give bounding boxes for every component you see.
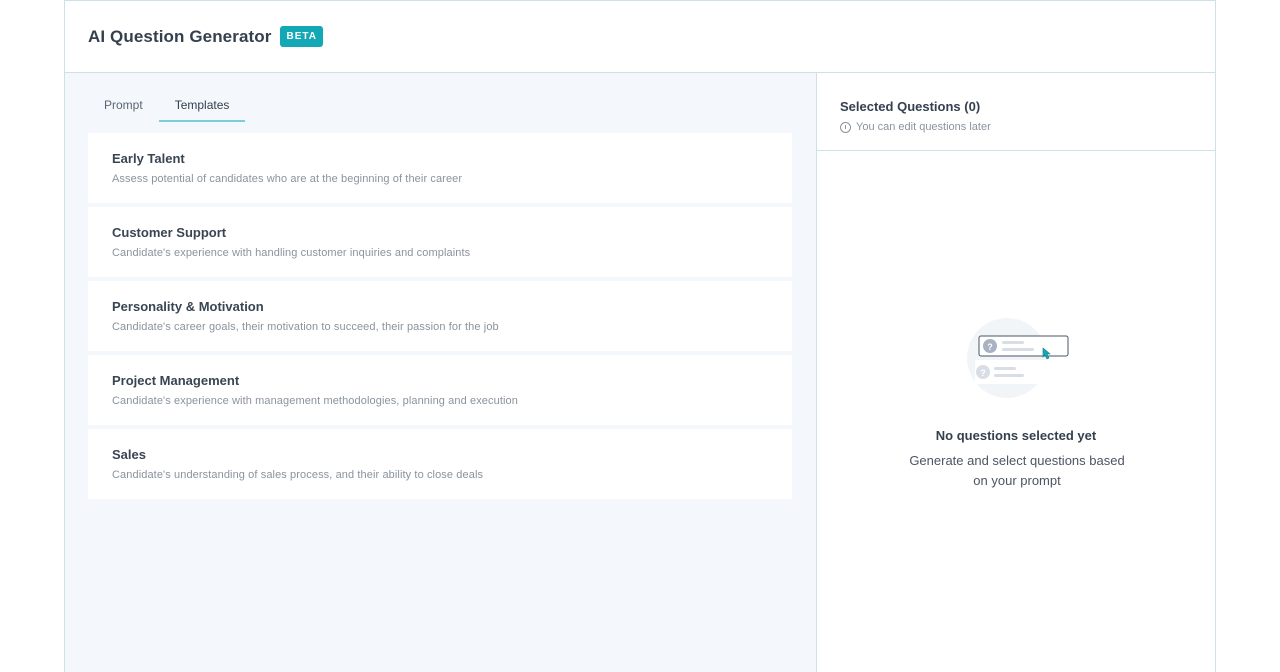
tab-templates[interactable]: Templates (158, 93, 246, 122)
template-card-customer-support[interactable]: Customer Support Candidate's experience … (88, 207, 792, 277)
template-title: Personality & Motivation (112, 299, 264, 314)
svg-text:?: ? (987, 342, 993, 352)
svg-text:?: ? (980, 368, 986, 378)
template-description: Candidate's experience with handling cus… (112, 247, 471, 259)
template-description: Candidate's experience with management m… (112, 395, 518, 407)
edit-hint-text: You can edit questions later (856, 121, 991, 133)
selected-questions-title: Selected Questions (0) (840, 99, 981, 114)
template-list: Early Talent Assess potential of candida… (88, 133, 792, 503)
template-title: Project Management (112, 373, 240, 388)
template-title: Sales (112, 447, 146, 462)
template-title: Early Talent (112, 151, 185, 166)
empty-questions-illustration-icon: ? ? (967, 318, 1069, 398)
template-title: Customer Support (112, 225, 227, 240)
template-card-project-management[interactable]: Project Management Candidate's experienc… (88, 355, 792, 425)
tab-prompt[interactable]: Prompt (88, 93, 159, 122)
template-card-sales[interactable]: Sales Candidate's understanding of sales… (88, 429, 792, 499)
empty-state-description: Generate and select questions based on y… (909, 453, 1125, 488)
template-card-early-talent[interactable]: Early Talent Assess potential of candida… (88, 133, 792, 203)
selected-questions-panel: Selected Questions (0) You can edit ques… (817, 73, 1215, 672)
beta-badge: BETA (280, 26, 323, 47)
content-area: Prompt Templates Early Talent Assess pot… (65, 73, 1215, 672)
templates-panel: Prompt Templates Early Talent Assess pot… (65, 73, 817, 672)
question-generator-window: AI Question Generator BETA Prompt Templa… (64, 0, 1216, 672)
selected-questions-header: Selected Questions (0) You can edit ques… (817, 73, 1215, 151)
template-description: Assess potential of candidates who are a… (112, 173, 463, 185)
template-description: Candidate's career goals, their motivati… (112, 321, 499, 333)
empty-state-title: No questions selected yet (935, 428, 1097, 443)
page-title: AI Question Generator (88, 26, 272, 46)
template-card-personality-motivation[interactable]: Personality & Motivation Candidate's car… (88, 281, 792, 351)
info-icon (840, 121, 851, 133)
template-description: Candidate's understanding of sales proce… (112, 469, 484, 481)
tab-bar: Prompt Templates (88, 93, 246, 122)
edit-hint: You can edit questions later (840, 120, 1215, 134)
header: AI Question Generator BETA (65, 1, 1215, 73)
